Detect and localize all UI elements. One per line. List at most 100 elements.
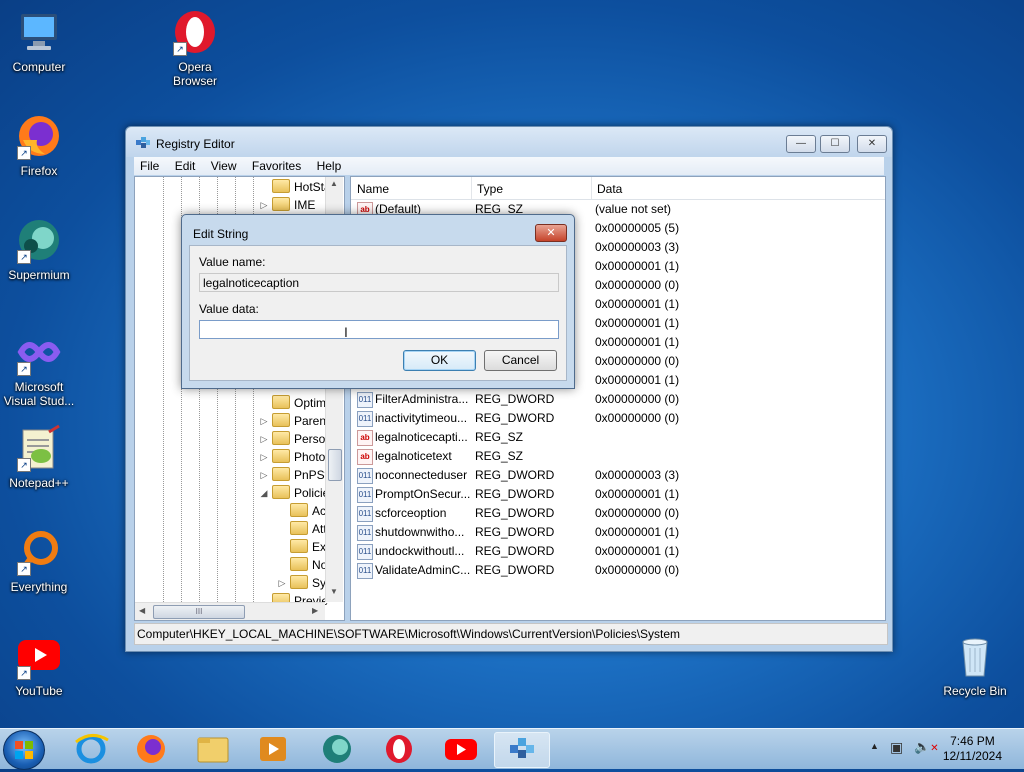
expand-icon[interactable]: ▷ [259, 470, 269, 481]
folder-icon [272, 413, 290, 427]
menu-help[interactable]: Help [311, 157, 348, 175]
dword-value-icon: 011 [357, 563, 373, 579]
network-icon[interactable]: ▣ [890, 739, 903, 756]
expand-icon[interactable]: ▷ [259, 416, 269, 427]
column-header-data[interactable]: Data [591, 177, 877, 199]
table-row[interactable]: ab legalnoticecapti... REG_SZ [351, 428, 885, 447]
value-data: 0x00000000 (0) [595, 563, 680, 577]
tree-node[interactable]: HotSta [272, 178, 331, 196]
column-header-name[interactable]: Name [351, 177, 472, 199]
scroll-right-icon[interactable]: ▶ [312, 606, 318, 615]
minimize-button[interactable]: — [786, 135, 816, 153]
menu-edit[interactable]: Edit [169, 157, 202, 175]
table-row[interactable]: 011 FilterAdministra... REG_DWORD 0x0000000… [351, 390, 885, 409]
text-cursor-icon: I [344, 324, 348, 340]
expand-icon[interactable]: ▷ [259, 200, 269, 211]
desktop-icon-visual-studio[interactable]: ↗ Microsoft Visual Stud... [1, 328, 77, 408]
column-header-type[interactable]: Type [471, 177, 592, 199]
folder-icon [290, 503, 308, 517]
value-data-input[interactable] [199, 320, 559, 339]
registry-editor-window: Registry Editor — ☐ ✕ File Edit View Fav… [125, 126, 893, 652]
desktop-icon-firefox[interactable]: ↗ Firefox [1, 112, 77, 178]
menu-favorites[interactable]: Favorites [246, 157, 307, 175]
table-row[interactable]: 011 inactivitytimeou... REG_DWORD 0x0000000… [351, 409, 885, 428]
scroll-up-icon[interactable]: ▲ [330, 179, 338, 188]
tree-node[interactable]: Att [290, 520, 327, 538]
close-button[interactable]: ✕ [857, 135, 887, 153]
folder-icon [290, 557, 308, 571]
desktop-icon-opera[interactable]: ↗ Opera Browser [157, 8, 233, 88]
supermium-icon [323, 735, 351, 763]
folder-icon [290, 575, 308, 589]
expand-icon[interactable]: ▷ [277, 578, 287, 589]
volume-muted-icon[interactable]: 🔈✕ [914, 739, 939, 755]
tree-node[interactable]: IME [272, 196, 315, 214]
scroll-down-icon[interactable]: ▼ [330, 587, 338, 596]
visual-studio-icon: ↗ [15, 328, 63, 376]
dialog-close-button[interactable]: ✕ [535, 224, 567, 242]
desktop-icon-notepadpp[interactable]: ↗ Notepad++ [1, 424, 77, 490]
expand-icon[interactable]: ▷ [259, 452, 269, 463]
start-button[interactable] [3, 730, 45, 770]
show-hidden-icons-icon[interactable]: ▲ [870, 741, 879, 751]
tree-node[interactable]: Persor [272, 430, 329, 448]
table-row[interactable]: 011 ValidateAdminC... REG_DWORD 0x00000000 … [351, 561, 885, 580]
desktop-icon-recycle-bin[interactable]: Recycle Bin [937, 632, 1013, 698]
desktop-icon-computer[interactable]: Computer [1, 8, 77, 74]
value-name: inactivitytimeou... [375, 411, 468, 425]
tree-node[interactable]: PnPSy [272, 466, 331, 484]
folder-icon [272, 449, 290, 463]
taskbar-youtube[interactable] [434, 732, 488, 766]
tree-node[interactable]: Optim [272, 394, 326, 412]
desktop-icon-youtube[interactable]: ↗ YouTube [1, 632, 77, 698]
scrollbar-thumb[interactable] [328, 449, 342, 481]
scrollbar-thumb[interactable]: III [153, 605, 245, 619]
menu-file[interactable]: File [134, 157, 165, 175]
value-type: REG_DWORD [475, 525, 555, 539]
tree-node[interactable]: Photol [272, 448, 328, 466]
value-type: REG_DWORD [475, 487, 555, 501]
value-data: 0x00000001 (1) [595, 297, 680, 311]
firefox-icon: ↗ [15, 112, 63, 160]
value-data: 0x00000000 (0) [595, 392, 680, 406]
taskbar-firefox[interactable] [124, 732, 178, 766]
internet-explorer-icon [75, 734, 109, 764]
cancel-button[interactable]: Cancel [484, 350, 557, 371]
tree-horizontal-scrollbar[interactable]: ◀ III ▶ [135, 602, 325, 620]
window-titlebar[interactable]: Registry Editor — ☐ ✕ [126, 127, 892, 157]
scroll-left-icon[interactable]: ◀ [139, 606, 145, 615]
dword-value-icon: 011 [357, 487, 373, 503]
dialog-body: Value name: legalnoticecaption Value dat… [189, 245, 567, 381]
tree-node[interactable]: Parent [272, 412, 329, 430]
taskbar-opera[interactable] [372, 732, 426, 766]
maximize-button[interactable]: ☐ [820, 135, 850, 153]
taskbar-supermium[interactable] [310, 732, 364, 766]
taskbar-regedit[interactable] [494, 732, 550, 768]
table-row[interactable]: 011 scforceoption REG_DWORD 0x00000000 (0) [351, 504, 885, 523]
menu-view[interactable]: View [205, 157, 243, 175]
taskbar-media-player[interactable] [246, 732, 300, 766]
ok-button[interactable]: OK [403, 350, 476, 371]
taskbar-ie[interactable] [64, 732, 118, 766]
desktop-icon-supermium[interactable]: ↗ Supermium [1, 216, 77, 282]
table-row[interactable]: 011 noconnecteduser REG_DWORD 0x00000003 (3… [351, 466, 885, 485]
value-name: ValidateAdminC... [375, 563, 471, 577]
value-name: legalnoticecapti... [375, 430, 468, 444]
tree-node[interactable]: No [290, 556, 327, 574]
desktop-icon-everything[interactable]: ↗ Everything [1, 528, 77, 594]
clock[interactable]: 7:46 PM 12/11/2024 [943, 734, 1002, 764]
table-row[interactable]: 011 PromptOnSecur... REG_DWORD 0x00000001 (… [351, 485, 885, 504]
value-type: REG_DWORD [475, 392, 555, 406]
taskbar-explorer[interactable] [186, 732, 240, 766]
expand-icon[interactable]: ▷ [259, 434, 269, 445]
value-name: undockwithoutl... [375, 544, 465, 558]
collapse-icon[interactable]: ◢ [259, 488, 269, 499]
tree-node[interactable]: Ac [290, 502, 326, 520]
tree-node-policies[interactable]: Policie [272, 484, 329, 502]
table-row[interactable]: 011 shutdownwitho... REG_DWORD 0x00000001 (… [351, 523, 885, 542]
notepadpp-icon: ↗ [15, 424, 63, 472]
table-row[interactable]: ab legalnoticetext REG_SZ [351, 447, 885, 466]
table-row[interactable]: 011 undockwithoutl... REG_DWORD 0x00000001 … [351, 542, 885, 561]
value-type: REG_SZ [475, 430, 524, 444]
dword-value-icon: 011 [357, 468, 373, 484]
